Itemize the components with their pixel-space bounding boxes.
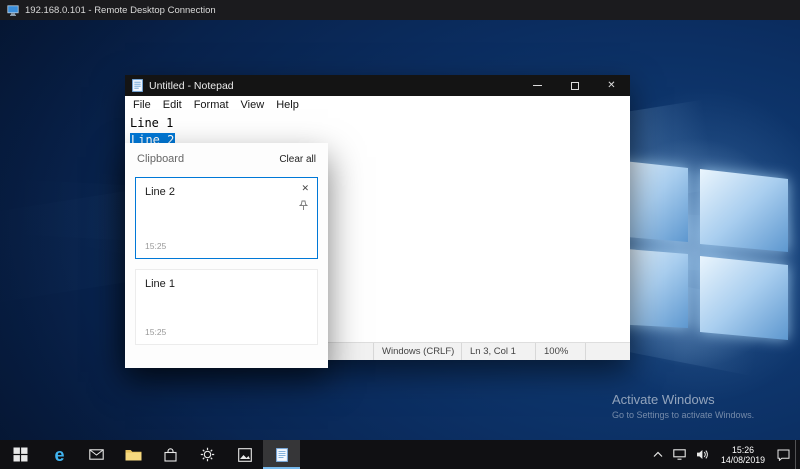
taskbar-photos-button[interactable] bbox=[226, 440, 263, 469]
gear-icon bbox=[200, 447, 215, 462]
maximize-button[interactable] bbox=[556, 75, 593, 96]
rdp-computer-icon bbox=[7, 4, 19, 16]
speaker-icon bbox=[696, 450, 708, 459]
status-zoom-level: 100% bbox=[535, 343, 585, 360]
taskbar-store-button[interactable] bbox=[152, 440, 189, 469]
windows-logo-wallpaper bbox=[600, 138, 800, 368]
watermark-title: Activate Windows bbox=[612, 392, 715, 407]
mail-icon bbox=[89, 449, 104, 460]
clipboard-item-text: Line 2 bbox=[145, 186, 175, 198]
taskbar-edge-button[interactable]: e bbox=[41, 440, 78, 469]
edge-icon: e bbox=[54, 444, 65, 465]
clipboard-item-text: Line 1 bbox=[145, 278, 175, 290]
clipboard-item-time: 15:25 bbox=[145, 327, 167, 337]
close-button[interactable]: ✕ bbox=[593, 75, 630, 96]
notepad-app-icon bbox=[132, 79, 143, 92]
menu-view[interactable]: View bbox=[235, 99, 271, 111]
watermark-subtitle: Go to Settings to activate Windows. bbox=[612, 410, 755, 420]
remote-desktop-screen: 192.168.0.101 - Remote Desktop Connectio… bbox=[0, 0, 800, 469]
menu-edit[interactable]: Edit bbox=[157, 99, 188, 111]
notepad-title-bar[interactable]: Untitled - Notepad ✕ bbox=[125, 75, 630, 96]
text-line: Line 1 bbox=[130, 116, 174, 130]
taskbar: e 15:26 14/08/2019 bbox=[0, 440, 800, 469]
minimize-icon bbox=[533, 85, 542, 86]
clipboard-title: Clipboard bbox=[137, 153, 185, 165]
taskbar-notepad-button[interactable] bbox=[263, 440, 300, 469]
delete-item-button[interactable]: ✕ bbox=[301, 184, 309, 193]
window-controls: ✕ bbox=[519, 75, 630, 96]
clipboard-panel: Clipboard Clear all Line 2 ✕ 15:25 Line … bbox=[125, 143, 328, 368]
minimize-button[interactable] bbox=[519, 75, 556, 96]
status-cursor-position: Ln 3, Col 1 bbox=[461, 343, 535, 360]
clock-date: 14/08/2019 bbox=[720, 454, 765, 465]
store-icon bbox=[164, 447, 177, 462]
close-icon: ✕ bbox=[607, 79, 616, 91]
show-desktop-button[interactable] bbox=[795, 440, 800, 469]
tray-network[interactable] bbox=[668, 440, 691, 469]
menu-file[interactable]: File bbox=[127, 99, 157, 111]
menu-help[interactable]: Help bbox=[270, 99, 305, 111]
maximize-icon bbox=[570, 81, 579, 90]
tray-show-hidden-icons[interactable] bbox=[648, 440, 668, 469]
clipboard-item[interactable]: Line 1 15:25 bbox=[135, 269, 318, 345]
taskbar-file-explorer-button[interactable] bbox=[115, 440, 152, 469]
network-icon bbox=[673, 449, 686, 460]
action-center-icon bbox=[777, 449, 790, 461]
clipboard-header: Clipboard Clear all bbox=[125, 143, 328, 169]
status-cell-empty bbox=[585, 343, 630, 360]
activate-windows-watermark: Activate Windows Go to Settings to activ… bbox=[612, 392, 754, 420]
rdp-title: 192.168.0.101 - Remote Desktop Connectio… bbox=[25, 4, 216, 16]
start-button[interactable] bbox=[0, 440, 41, 469]
windows-start-icon bbox=[13, 447, 28, 462]
clipboard-item[interactable]: Line 2 ✕ 15:25 bbox=[135, 177, 318, 259]
window-title: Untitled - Notepad bbox=[149, 79, 234, 92]
menu-format[interactable]: Format bbox=[188, 99, 235, 111]
tray-clock[interactable]: 15:26 14/08/2019 bbox=[714, 440, 772, 469]
photos-icon bbox=[237, 447, 252, 462]
clear-all-button[interactable]: Clear all bbox=[279, 154, 316, 165]
notepad-icon bbox=[275, 447, 288, 462]
chevron-up-icon bbox=[653, 451, 663, 457]
rdp-title-bar[interactable]: 192.168.0.101 - Remote Desktop Connectio… bbox=[0, 0, 800, 20]
clock-time: 15:26 bbox=[731, 444, 754, 455]
status-line-ending: Windows (CRLF) bbox=[373, 343, 461, 360]
file-explorer-icon bbox=[125, 450, 142, 461]
action-center-button[interactable] bbox=[772, 440, 795, 469]
pin-icon[interactable] bbox=[299, 200, 308, 211]
taskbar-mail-button[interactable] bbox=[78, 440, 115, 469]
clipboard-item-time: 15:25 bbox=[145, 241, 167, 251]
taskbar-settings-button[interactable] bbox=[189, 440, 226, 469]
system-tray: 15:26 14/08/2019 bbox=[648, 440, 800, 469]
notepad-menu-bar: File Edit Format View Help bbox=[125, 96, 630, 113]
tray-volume[interactable] bbox=[691, 440, 714, 469]
